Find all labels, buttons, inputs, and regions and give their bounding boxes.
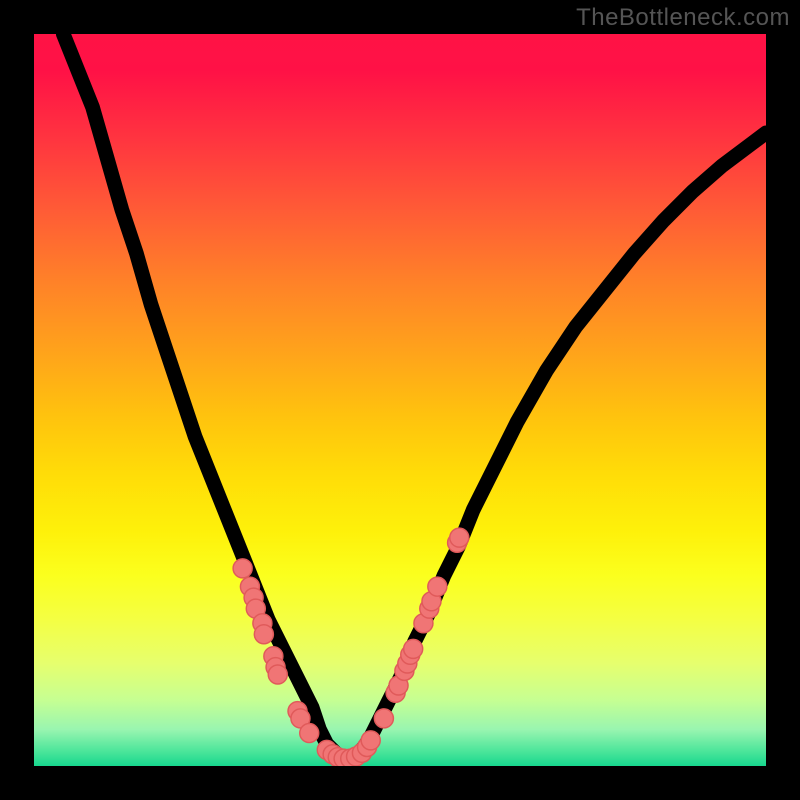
data-point bbox=[404, 639, 423, 658]
data-point bbox=[268, 665, 287, 684]
data-point bbox=[233, 559, 252, 578]
data-point bbox=[428, 577, 447, 596]
data-point bbox=[300, 724, 319, 743]
data-point bbox=[361, 731, 380, 750]
chart-overlay-svg bbox=[34, 34, 766, 766]
plot-area bbox=[34, 34, 766, 766]
scatter-group bbox=[233, 528, 469, 766]
data-point bbox=[374, 709, 393, 728]
watermark-text: TheBottleneck.com bbox=[576, 4, 790, 32]
chart-container: TheBottleneck.com bbox=[0, 0, 800, 800]
data-point bbox=[450, 528, 469, 547]
data-point bbox=[254, 625, 273, 644]
